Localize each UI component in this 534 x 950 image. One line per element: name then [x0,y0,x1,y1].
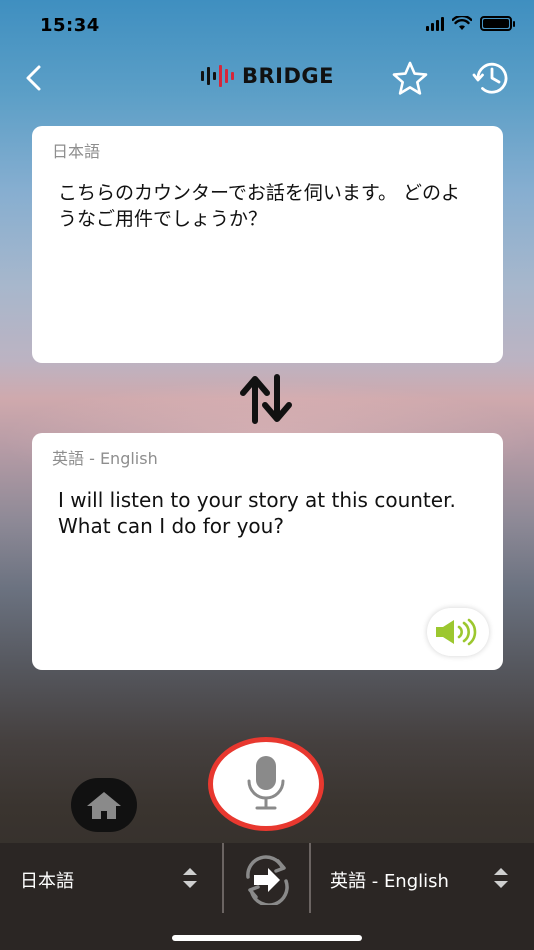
wifi-icon [452,16,472,30]
source-language-label: 日本語 [52,142,101,161]
switch-languages-button[interactable] [238,853,296,907]
target-language-selector[interactable]: 英語 - English [330,867,449,893]
divider [309,843,311,913]
chevron-left-icon [26,65,41,91]
swap-direction-button[interactable] [236,372,298,426]
translation-card[interactable]: 英語 - English I will listen to your story… [32,433,503,670]
status-bar: 15:34 [0,0,534,50]
source-text: こちらのカウンターでお話を伺います。 どのようなご用件でしょうか？ [58,182,461,230]
status-time: 15:34 [40,15,100,36]
home-icon [87,792,121,819]
star-icon [392,61,428,95]
app-logo: BRIDGE [200,64,334,88]
logo-text: BRIDGE [242,64,335,88]
source-language-selector[interactable]: 日本語 [20,867,74,893]
swap-arrows-icon [240,374,292,424]
battery-icon [480,16,515,31]
home-indicator [172,935,362,941]
divider [222,843,224,913]
app-header: BRIDGE [0,52,534,104]
signal-icon [426,16,444,31]
switch-languages-icon [246,855,289,907]
translated-text: I will listen to your story at this coun… [58,488,456,538]
up-down-chevron-icon[interactable] [491,865,511,891]
target-language-label: 英語 - English [52,449,158,468]
language-selector-bar: 日本語 英語 - English [0,843,534,950]
history-button[interactable] [470,58,514,98]
back-button[interactable] [18,60,48,96]
source-text-card[interactable]: 日本語 こちらのカウンターでお話を伺います。 どのようなご用件でしょうか？ [32,126,503,363]
status-icons [426,16,515,31]
home-button[interactable] [71,778,137,832]
microphone-icon [247,756,285,810]
bridge-logo-icon [201,65,234,87]
microphone-button[interactable] [208,737,324,831]
speaker-icon [436,618,477,646]
up-down-chevron-icon[interactable] [180,865,200,891]
favorite-button[interactable] [388,58,432,98]
play-audio-button[interactable] [427,608,489,656]
clock-history-icon [472,62,508,94]
